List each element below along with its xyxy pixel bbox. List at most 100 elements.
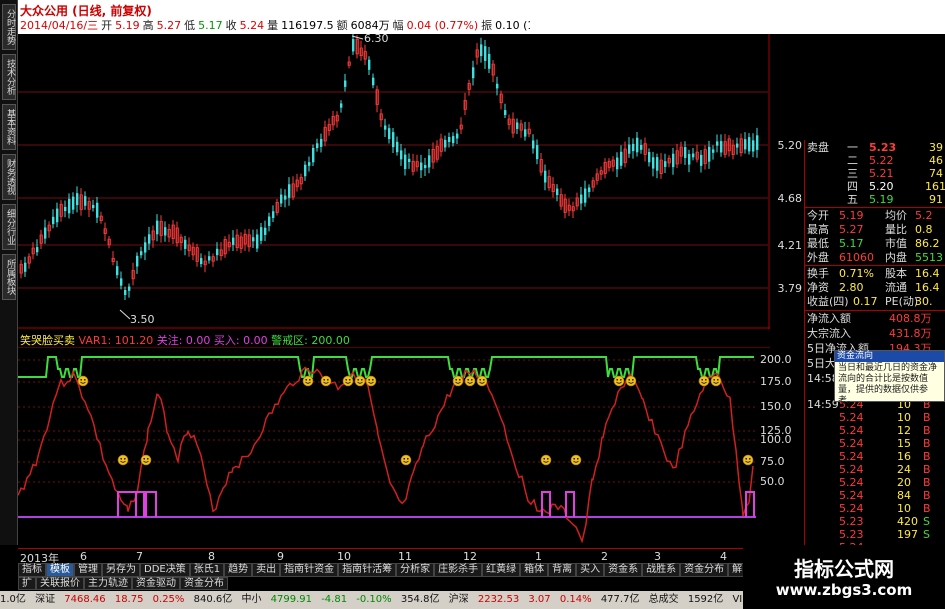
indicator-name[interactable]: 笑哭脸买卖 — [20, 334, 75, 347]
ask-level: 一 — [847, 141, 858, 154]
candle-body — [72, 196, 75, 210]
smiley-eye — [309, 379, 311, 381]
tab-tabs1-8[interactable]: 指南针资金 — [280, 563, 339, 577]
stat-label: 净资 — [807, 281, 829, 294]
stat-row: 换手 0.71% 股本 16.4 — [805, 267, 945, 280]
smiley-eye — [479, 379, 482, 381]
candle-body — [308, 162, 311, 166]
candle-body — [372, 77, 375, 86]
tab-tabs1-5[interactable]: 张氏1 — [189, 563, 225, 577]
tab-tabs1-3[interactable]: 另存为 — [102, 563, 140, 577]
status-item: 0.25% — [152, 594, 185, 605]
tick-price: 5.24 — [839, 437, 864, 450]
smiley-eye — [745, 458, 747, 460]
ask-row: 四 5.20 161 — [805, 180, 945, 193]
tick-row: 5.24 15 B — [805, 437, 945, 450]
money-flow-tooltip: 资金流向 当日和最近几日的资金净流向的合计比是按数值量，提供的数据仅供参考。 — [834, 350, 945, 406]
smiley-eye — [701, 379, 703, 381]
smiley-eye — [577, 458, 579, 460]
status-item[interactable]: 沪深 — [449, 594, 469, 605]
candle-body — [672, 153, 675, 168]
tick-side: B — [923, 463, 931, 476]
tab-tabs1-12[interactable]: 红黄绿 — [482, 563, 521, 577]
tab-tabs1-17[interactable]: 战胜系 — [642, 563, 681, 577]
status-item: 18.75 — [114, 594, 144, 605]
stat-value: 0.17 — [853, 295, 878, 308]
tab-tabs1-4[interactable]: DDE决策 — [140, 563, 190, 577]
left-tab-profile[interactable]: 基本资料 — [2, 104, 16, 150]
candle-body — [736, 143, 739, 148]
tab-tabs1-13[interactable]: 箱体 — [520, 563, 549, 577]
stat-row: 外盘 61060 内盘 5513 — [805, 251, 945, 264]
candle-body — [312, 147, 315, 163]
tab-tabs2-2[interactable]: 主力轨迹 — [84, 577, 132, 590]
indicator-tick: 200.0 — [760, 353, 792, 366]
smiley-icon — [613, 375, 625, 387]
warn-label: 警戒区: — [271, 334, 308, 347]
stat-row: 最低 5.17 市值 86.2 — [805, 237, 945, 250]
tick-price: 5.24 — [839, 424, 864, 437]
ask-price: 5.22 — [869, 154, 894, 167]
smiley-eye — [471, 379, 473, 381]
left-tab-timeshare[interactable]: 分时走势 — [2, 4, 16, 50]
status-item[interactable]: 深证 — [35, 594, 55, 605]
tooltip-text: 当日和最近几日的资金净流向的合计比是按数值量，提供的数据仅供参考。 — [838, 363, 938, 406]
tab-tabs1-1[interactable]: 模板 — [46, 563, 74, 577]
candle-body — [144, 242, 147, 253]
tab-tabs1-9[interactable]: 指南针活筹 — [338, 563, 397, 577]
tab-tabs1-16[interactable]: 资金系 — [604, 563, 643, 577]
candle-body — [232, 237, 235, 245]
ask-row: 二 5.22 46 — [805, 154, 945, 167]
tab-tabs1-10[interactable]: 分析家 — [396, 563, 435, 577]
tab-tabs2-1[interactable]: 关联报价 — [36, 577, 84, 590]
tab-tabs2-3[interactable]: 资金驱动 — [132, 577, 180, 590]
tab-tabs1-14[interactable]: 背离 — [548, 563, 577, 577]
tab-tabs1-7[interactable]: 卖出 — [252, 563, 281, 577]
smiley-eye — [705, 379, 707, 381]
candle-body — [116, 266, 119, 276]
tab-tabs1-11[interactable]: 庄影杀手 — [434, 563, 483, 577]
tick-side: B — [923, 489, 931, 502]
tick-price: 5.23 — [839, 528, 864, 541]
tab-tabs1-2[interactable]: 管理 — [74, 563, 102, 577]
flow-label: 大宗流入 — [807, 327, 851, 340]
candle-body — [140, 251, 143, 256]
tick-side: B — [923, 411, 931, 424]
candle-body — [396, 141, 399, 153]
tick-price: 5.24 — [839, 476, 864, 489]
indicator-chart[interactable] — [18, 347, 770, 547]
tab-tabs2-4[interactable]: 资金分布 — [180, 577, 228, 590]
price-grid — [18, 91, 768, 289]
tab-tabs1-0[interactable]: 指标 — [18, 563, 46, 577]
tooltip-title: 资金流向 — [835, 351, 944, 362]
candle-body — [640, 145, 643, 150]
ask-price: 5.19 — [869, 193, 894, 206]
smiley-eye — [327, 379, 329, 381]
tab-tabs2-0[interactable]: 扩 — [18, 577, 36, 590]
tick-row: 5.24 20 B — [805, 476, 945, 489]
candlestick-chart[interactable]: 6.30 3.50 — [18, 34, 770, 329]
candle-body — [712, 149, 715, 153]
status-item[interactable]: 中小 — [241, 594, 261, 605]
tab-tabs1-6[interactable]: 趋势 — [224, 563, 253, 577]
tick-price: 5.24 — [839, 450, 864, 463]
tab-tabs1-18[interactable]: 资金分布 — [680, 563, 729, 577]
tab-tabs1-15[interactable]: 买入 — [576, 563, 605, 577]
smiley-icon — [476, 375, 488, 387]
time-tick: 1 — [535, 550, 542, 563]
candle-body — [52, 216, 55, 225]
candle-body — [484, 46, 487, 61]
left-tab-finance[interactable]: 财务透视 — [2, 154, 16, 200]
candle-body — [76, 193, 79, 206]
stat-value: 16.4 — [915, 281, 940, 294]
time-tick: 12 — [463, 550, 477, 563]
left-tab-sector[interactable]: 所属板块 — [2, 254, 16, 300]
left-tab-technical[interactable]: 技术分析 — [2, 54, 16, 100]
smiley-icon — [452, 375, 464, 387]
status-item: 4799.91 — [270, 594, 312, 605]
smiley-eye — [403, 458, 406, 460]
candle-body — [628, 144, 631, 154]
status-item: 477.7亿 — [600, 594, 640, 605]
left-tab-industry[interactable]: 细分行业 — [2, 204, 16, 250]
quote-panel: 卖盘 一 5.23 39 二 5.22 46 三 5.21 74 四 5.20 … — [804, 140, 945, 554]
